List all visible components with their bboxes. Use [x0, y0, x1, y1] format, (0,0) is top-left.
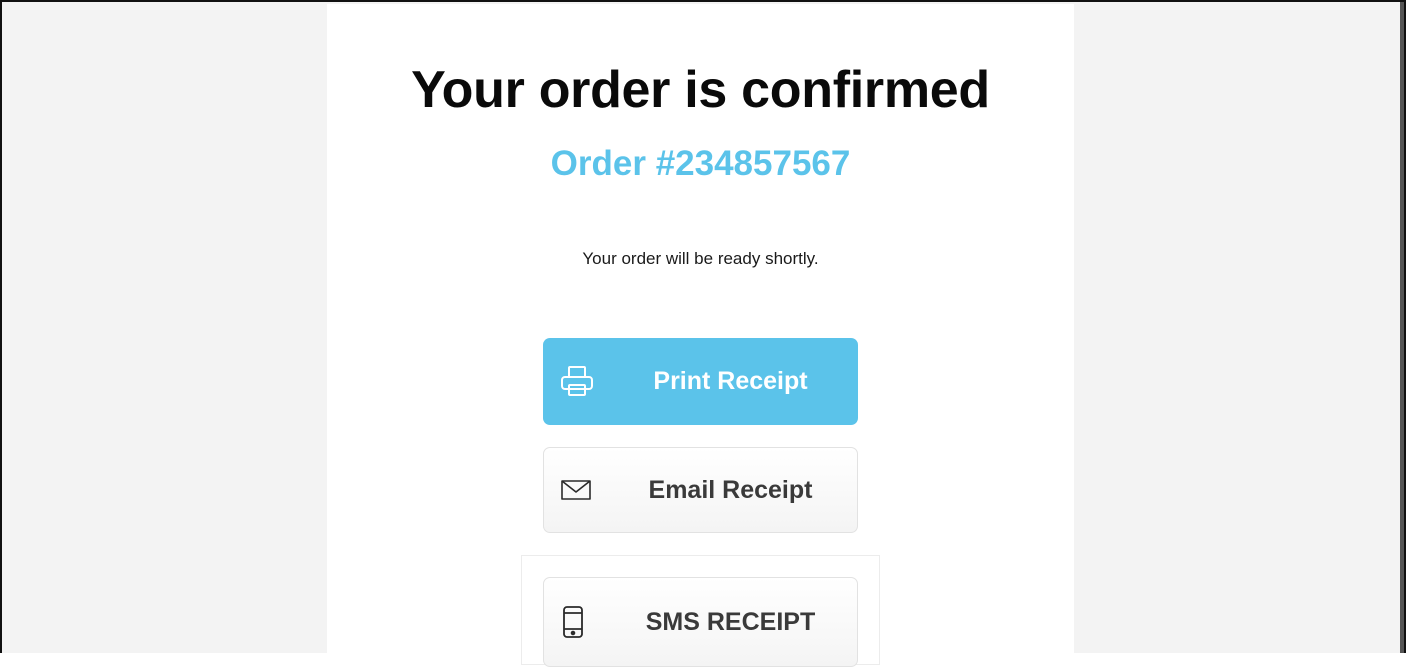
print-receipt-button[interactable]: Print Receipt: [543, 338, 858, 425]
email-receipt-label: Email Receipt: [648, 475, 813, 504]
printer-icon: [559, 364, 595, 400]
email-receipt-button[interactable]: Email Receipt: [543, 447, 858, 533]
status-message: Your order will be ready shortly.: [582, 249, 819, 268]
app-window: Your order is confirmed Order #234857567…: [0, 0, 1406, 667]
sms-receipt-button[interactable]: SMS RECEIPT: [543, 577, 858, 667]
confirmation-panel: Your order is confirmed Order #234857567…: [327, 4, 1074, 667]
sms-receipt-label: SMS RECEIPT: [645, 607, 816, 636]
phone-icon: [560, 605, 586, 639]
envelope-icon: [560, 478, 592, 502]
order-number: Order #234857567: [550, 144, 851, 183]
print-receipt-label: Print Receipt: [653, 367, 808, 395]
page-title: Your order is confirmed: [411, 61, 990, 119]
